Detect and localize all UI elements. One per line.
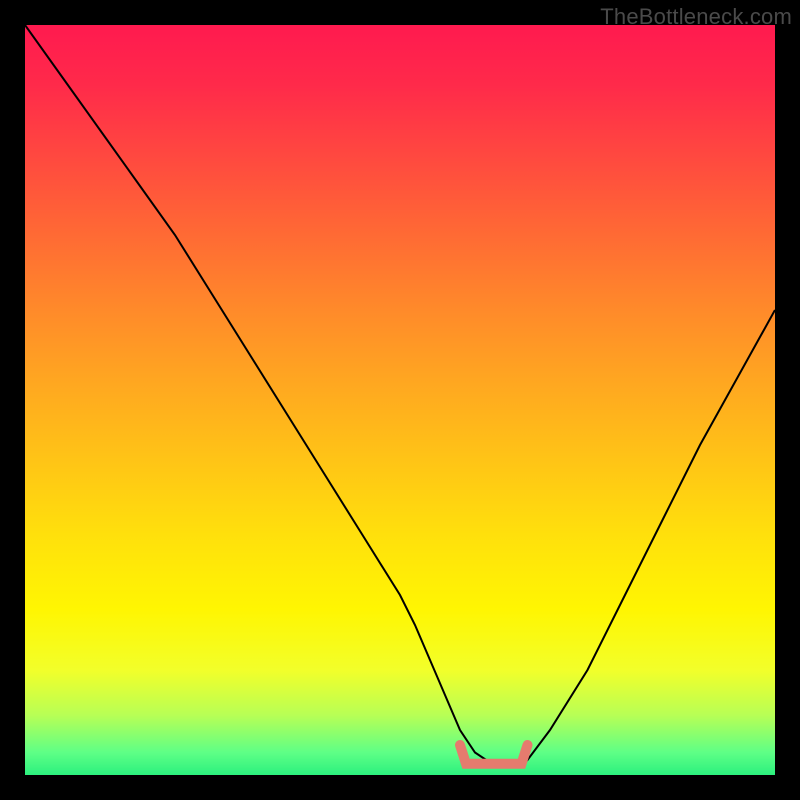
plot-area xyxy=(25,25,775,775)
chart-stage: TheBottleneck.com xyxy=(0,0,800,800)
bottleneck-curve xyxy=(25,25,775,768)
curve-svg xyxy=(25,25,775,775)
optimal-trough-band xyxy=(460,745,528,764)
